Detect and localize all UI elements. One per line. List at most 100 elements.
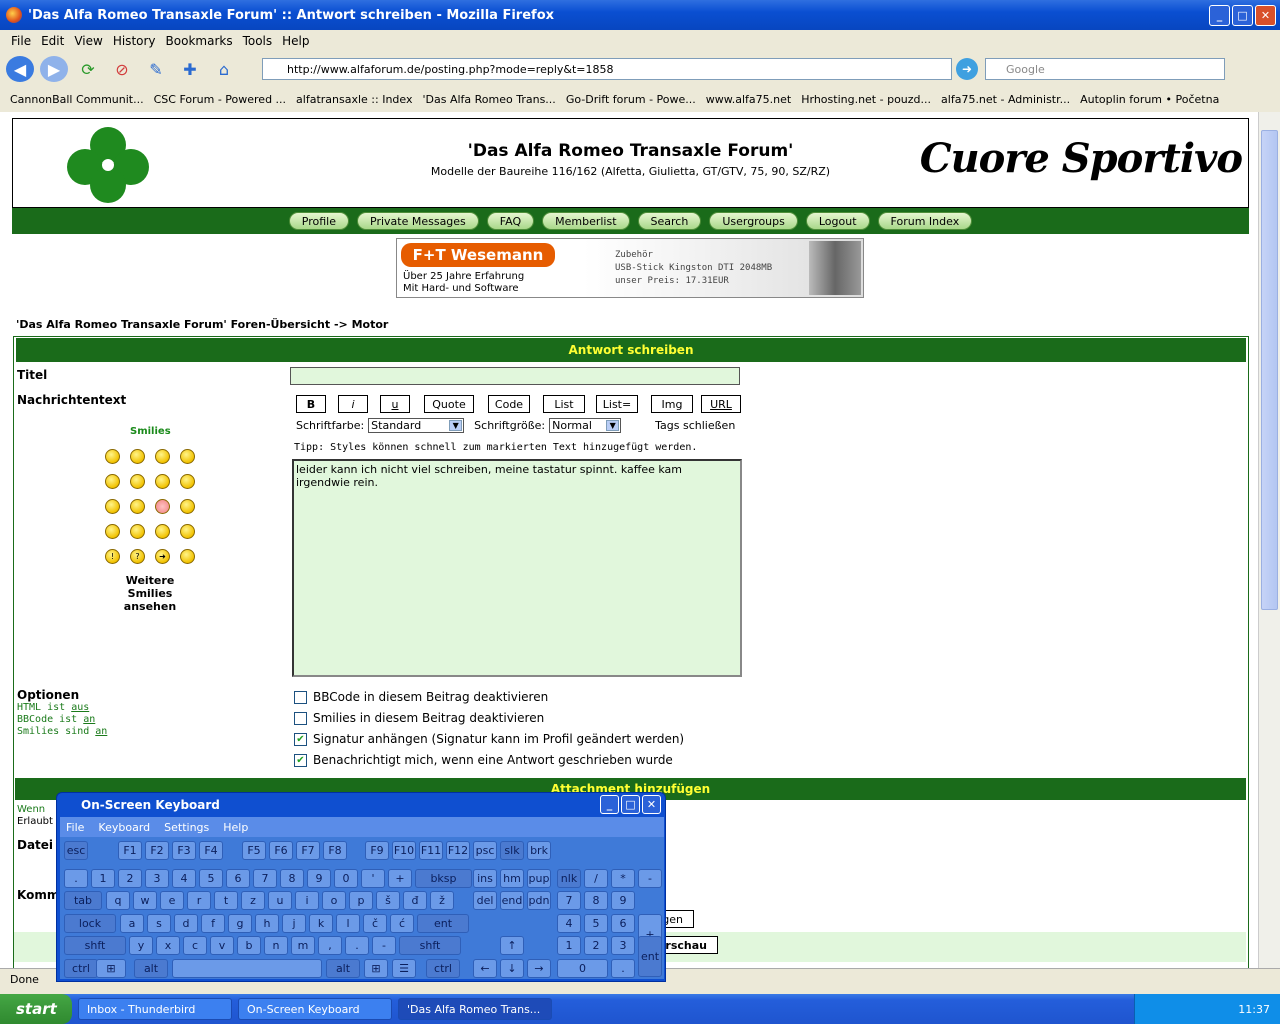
key-c[interactable]: c [183,936,207,955]
breadcrumb[interactable]: 'Das Alfa Romeo Transaxle Forum' Foren-Ü… [16,318,388,331]
reload-icon[interactable]: ⟳ [74,56,102,82]
key-pdn[interactable]: pdn [527,891,551,910]
edit-icon[interactable]: ✎ [142,56,170,82]
smiley-icon[interactable] [105,449,120,464]
notify-checkbox[interactable]: ✔ [294,754,307,767]
key-[interactable]: . [345,936,369,955]
message-textarea[interactable]: leider kann ich nicht viel schreiben, me… [292,459,742,677]
smiley-icon[interactable] [180,524,195,539]
smiley-icon[interactable] [180,474,195,489]
go-icon[interactable]: ➜ [956,58,978,80]
key-y[interactable]: y [129,936,153,955]
key-[interactable]: . [64,869,88,888]
smiley-icon[interactable] [180,549,195,564]
windows-key-icon[interactable]: ⊞ [96,959,126,978]
close-tags-link[interactable]: Tags schließen [655,419,735,432]
key-4[interactable]: 4 [557,914,581,933]
arrow-up-icon[interactable]: ↑ [500,936,524,955]
key-[interactable]: ć [390,914,414,933]
minimize-button[interactable]: _ [1209,5,1230,26]
smiley-icon[interactable] [180,449,195,464]
key-o[interactable]: o [322,891,346,910]
underline-button[interactable]: u [380,395,410,413]
bookmark-item[interactable]: alfatransaxle :: Index [296,93,412,106]
key-6[interactable]: 6 [611,914,635,933]
italic-button[interactable]: i [338,395,368,413]
smiley-icon[interactable] [130,474,145,489]
key-9[interactable]: 9 [611,891,635,910]
menu-help[interactable]: Help [277,34,314,48]
smiley-icon[interactable] [155,449,170,464]
nav-faq[interactable]: FAQ [486,212,535,230]
key-d[interactable]: d [174,914,198,933]
key-ctrl[interactable]: ctrl [64,959,98,978]
key-ent[interactable]: ent [638,936,662,977]
osk-maximize-button[interactable]: □ [621,795,640,814]
bookmark-item[interactable]: alfa75.net - Administr... [941,93,1070,106]
menu-edit[interactable]: Edit [36,34,69,48]
key-slk[interactable]: slk [500,841,524,860]
key-3[interactable]: 3 [145,869,169,888]
osk-title-bar[interactable]: On-Screen Keyboard _ □ ✕ [57,793,665,817]
maximize-button[interactable]: □ [1232,5,1253,26]
bookmark-item[interactable]: www.alfa75.net [706,93,791,106]
key-nlk[interactable]: nlk [557,869,581,888]
key-9[interactable]: 9 [307,869,331,888]
titel-input[interactable] [290,367,740,385]
key-[interactable]: * [611,869,635,888]
bookmark-item[interactable]: Go-Drift forum - Powe... [566,93,696,106]
smiley-icon[interactable] [130,449,145,464]
key-1[interactable]: 1 [91,869,115,888]
key-2[interactable]: 2 [118,869,142,888]
bookmark-item[interactable]: 'Das Alfa Romeo Trans... [423,93,556,106]
html-status-value[interactable]: aus [71,702,89,713]
key-alt[interactable]: alt [326,959,360,978]
key-g[interactable]: g [228,914,252,933]
key-psc[interactable]: psc [473,841,497,860]
arrow-smiley-icon[interactable]: ➜ [155,549,170,564]
key-F7[interactable]: F7 [296,841,320,860]
key-j[interactable]: j [282,914,306,933]
bookmark-add-icon[interactable]: ✚ [176,56,204,82]
osk-menu-file[interactable]: File [66,821,84,834]
bold-button[interactable]: B [296,395,326,413]
exclamation-smiley-icon[interactable]: ! [105,549,120,564]
smilies-status-value[interactable]: an [95,726,107,737]
key-5[interactable]: 5 [199,869,223,888]
smiley-icon[interactable] [105,524,120,539]
taskbar-item-osk[interactable]: On-Screen Keyboard [238,998,392,1020]
disable-smilies-checkbox[interactable] [294,712,307,725]
key-i[interactable]: i [295,891,319,910]
key-k[interactable]: k [309,914,333,933]
key-v[interactable]: v [210,936,234,955]
key-brk[interactable]: brk [527,841,551,860]
key-F10[interactable]: F10 [392,841,416,860]
key-F2[interactable]: F2 [145,841,169,860]
nav-search[interactable]: Search [637,212,702,230]
key-shft[interactable]: shft [64,936,126,955]
menu-history[interactable]: History [108,34,161,48]
key-z[interactable]: z [241,891,265,910]
key-F9[interactable]: F9 [365,841,389,860]
key-w[interactable]: w [133,891,157,910]
key-h[interactable]: h [255,914,279,933]
bookmark-item[interactable]: Autoplin forum • Početna [1080,93,1219,106]
key-F11[interactable]: F11 [419,841,443,860]
key-a[interactable]: a [120,914,144,933]
menu-file[interactable]: File [6,34,36,48]
nav-profile[interactable]: Profile [288,212,349,230]
smiley-icon[interactable] [155,499,170,514]
key-8[interactable]: 8 [584,891,608,910]
smiley-icon[interactable] [130,499,145,514]
arrow-down-icon[interactable]: ↓ [500,959,524,978]
url-button[interactable]: URL [701,395,741,413]
menu-view[interactable]: View [69,34,107,48]
bookmark-item[interactable]: CSC Forum - Powered ... [154,93,286,106]
smiley-icon[interactable] [130,524,145,539]
menu-bookmarks[interactable]: Bookmarks [161,34,238,48]
nav-memberlist[interactable]: Memberlist [542,212,630,230]
vertical-scrollbar[interactable] [1258,112,1280,968]
back-icon[interactable]: ◀ [6,56,34,82]
key-0[interactable]: 0 [334,869,358,888]
key-esc[interactable]: esc [64,841,88,860]
